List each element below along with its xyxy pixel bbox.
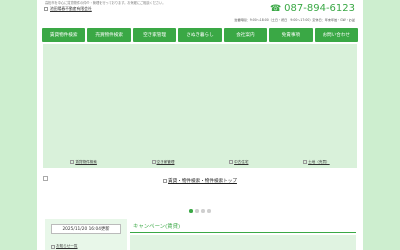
search-top-label: 賃貸・物件検索・物件検索トップ (168, 179, 237, 184)
image-placeholder-icon (303, 160, 308, 164)
image-placeholder-icon (70, 160, 75, 164)
image-placeholder-icon (229, 160, 234, 164)
phone-number: 087-894-6123 (284, 3, 355, 14)
business-hours: 営業時間：9:00～18:00（土日・祝日 9:00～17:00）定休日：年末年… (234, 18, 355, 22)
nav-item-vacant-house[interactable]: 空き家管理 (132, 28, 177, 42)
tile-rent-search[interactable]: 賃貸物件検索 (70, 160, 97, 165)
tile-vacant-house[interactable]: 空き家管理 (151, 159, 175, 165)
nav-item-disclaimer[interactable]: 免責事項 (269, 28, 313, 42)
news-list-label: お知らせ一覧 (56, 244, 78, 248)
news-list-link[interactable]: お知らせ一覧 (51, 244, 78, 249)
nav-item-sanuki-life[interactable]: さぬき暮らし (178, 28, 222, 42)
hero-banner (43, 44, 357, 168)
nav-item-sale-search[interactable]: 売買物件検索 (87, 28, 131, 42)
update-panel: 2025/11/20 16:04更新 お知らせ一覧 (45, 219, 127, 250)
campaign-body (130, 235, 356, 250)
tile-label: 中古住宅 (234, 159, 249, 164)
tile-label: 賃貸物件検索 (75, 159, 97, 164)
search-top-link[interactable]: 賃貸・物件検索・物件検索トップ (37, 178, 363, 184)
tile-label: 土地（売買） (308, 159, 330, 164)
image-placeholder-icon (151, 160, 156, 164)
slider-dots (37, 209, 363, 213)
image-placeholder-icon (163, 178, 168, 183)
logo-alt-text: 池田陽春不動産有限会社 (50, 6, 92, 11)
update-date-badge: 2025/11/20 16:04更新 (51, 224, 121, 234)
category-tiles: 賃貸物件検索 空き家管理 中古住宅 土地（売買） (43, 156, 357, 168)
campaign-section: キャンペーン(賃貸) (130, 219, 356, 250)
phone-contact[interactable]: ☎ 087-894-6123 (269, 3, 355, 15)
nav-item-contact[interactable]: お問い合わせ (314, 28, 358, 42)
tile-label: 空き家管理 (156, 159, 175, 164)
tile-land[interactable]: 土地（売買） (303, 160, 330, 165)
slider-dot[interactable] (189, 209, 193, 213)
site-tagline: 高松市を中心に賃貸物件の仲介・管理を行っております。お気軽にご相談ください。 (45, 1, 166, 5)
slider-dot[interactable] (195, 209, 199, 213)
slider-dot[interactable] (201, 209, 205, 213)
tile-used-house[interactable]: 中古住宅 (229, 160, 248, 165)
phone-icon: ☎ (269, 4, 282, 14)
main-nav: 賃貸物件検索 売買物件検索 空き家管理 さぬき暮らし 会社案内 免責事項 お問い… (42, 28, 358, 42)
campaign-title: キャンペーン(賃貸) (130, 219, 356, 233)
nav-item-company[interactable]: 会社案内 (223, 28, 268, 42)
site-logo-link[interactable]: 池田陽春不動産有限会社 (44, 6, 92, 12)
slider-dot[interactable] (207, 209, 211, 213)
page-container: 高松市を中心に賃貸物件の仲介・管理を行っております。お気軽にご相談ください。 池… (37, 0, 363, 250)
image-placeholder-icon (51, 244, 55, 249)
image-placeholder-icon (44, 7, 48, 11)
nav-item-rent-search[interactable]: 賃貸物件検索 (42, 28, 86, 42)
